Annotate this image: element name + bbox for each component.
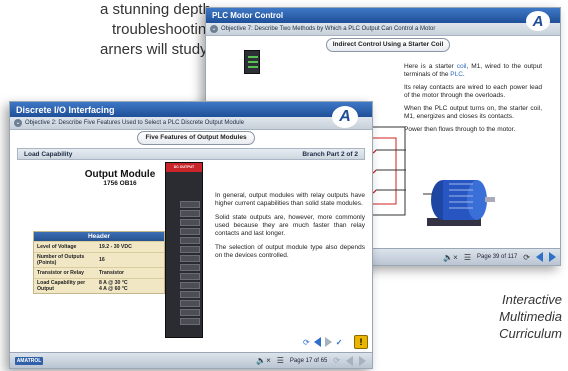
mute-icon[interactable]: 🔈× xyxy=(443,253,458,262)
branch-back-button[interactable] xyxy=(313,337,321,347)
reload-icon[interactable]: ⟳ xyxy=(333,356,340,365)
lesson-paragraph: Here is a starter coil, M1, wired to the… xyxy=(404,63,542,79)
next-page-button[interactable] xyxy=(359,355,366,366)
table-row: Number of Outputs (Points) 16 xyxy=(34,252,164,267)
next-page-button[interactable] xyxy=(549,252,556,262)
table-row: Level of Voltage 19.2 - 30 VDC xyxy=(34,241,164,252)
objective-bar[interactable]: ⌄ Objective 7: Describe Two Methods by W… xyxy=(206,23,560,36)
caption-line: Curriculum xyxy=(499,326,562,341)
warning-icon[interactable]: ! xyxy=(354,335,368,349)
spec-key: Load Capability per Output xyxy=(37,280,86,292)
caption-line: Multimedia xyxy=(499,309,562,324)
window-title-bar: PLC Motor Control xyxy=(206,8,560,23)
branch-bar: Load Capability Branch Part 2 of 2 xyxy=(17,148,365,160)
window-title: Discrete I/O Interfacing xyxy=(16,104,115,115)
spec-key: Transistor or Relay xyxy=(37,270,84,276)
glossary-link-coil[interactable]: coil xyxy=(457,63,467,70)
lesson-paragraph: When the PLC output turns on, the starte… xyxy=(404,105,542,120)
motor-image xyxy=(423,180,495,226)
module-title: Output Module xyxy=(84,169,156,180)
menu-icon[interactable]: ☰ xyxy=(277,356,284,365)
spec-value: Transistor xyxy=(99,270,125,276)
spec-key: Level of Voltage xyxy=(37,244,77,250)
previous-page-button[interactable] xyxy=(536,252,543,262)
spec-key: Number of Outputs (Points) xyxy=(37,254,85,266)
lesson-paragraph: Solid state outputs are, however, more c… xyxy=(215,214,365,237)
section-title: Five Features of Output Modules xyxy=(137,131,255,145)
branch-heading: Load Capability xyxy=(24,150,73,158)
spec-value: 16 xyxy=(99,257,105,263)
table-row: Transistor or Relay Transistor xyxy=(34,267,164,278)
discrete-io-window: Discrete I/O Interfacing A ⌄ Objective 2… xyxy=(9,101,373,369)
reload-icon[interactable]: ⟳ xyxy=(523,253,530,262)
text-fragment: Here is a starter xyxy=(404,63,457,70)
plc-image xyxy=(244,50,260,74)
branch-nav-controls: ⟳ ✓ xyxy=(303,337,342,347)
lesson-paragraph: The selection of output module type also… xyxy=(215,244,365,259)
page-counter: Page 39 of 117 xyxy=(477,254,518,260)
objective-bar[interactable]: ⌄ Objective 2: Describe Five Features Us… xyxy=(10,117,372,130)
objective-text: Objective 2: Describe Five Features Used… xyxy=(25,120,245,126)
page-counter: Page 17 of 65 xyxy=(289,357,328,364)
checkmark-icon[interactable]: ✓ xyxy=(336,338,343,347)
window-footer: AMATROL 🔈× ☰ Page 17 of 65 ⟳ xyxy=(10,352,372,368)
chevron-down-icon[interactable]: ⌄ xyxy=(210,25,218,33)
objective-text: Objective 7: Describe Two Methods by Whi… xyxy=(221,26,436,32)
module-label: DC OUTPUT xyxy=(166,163,202,172)
mute-icon[interactable]: 🔈× xyxy=(256,356,271,365)
section-title: Indirect Control Using a Starter Coil xyxy=(326,38,450,52)
window-title: PLC Motor Control xyxy=(212,11,284,20)
window-title-bar: Discrete I/O Interfacing xyxy=(10,102,372,117)
glossary-link-plc[interactable]: PLC xyxy=(450,71,463,78)
caption-line: Interactive xyxy=(502,292,562,307)
amatrol-logo-icon: A xyxy=(332,106,358,128)
chevron-down-icon[interactable]: ⌄ xyxy=(14,119,22,127)
reload-icon[interactable]: ⟳ xyxy=(303,338,310,347)
curriculum-caption: Interactive Multimedia Curriculum xyxy=(442,291,562,342)
previous-page-button[interactable] xyxy=(346,355,353,366)
table-row: Load Capability per Output 8 A @ 30 °C 4… xyxy=(34,278,164,293)
spec-value: 8 A @ 30 °C 4 A @ 60 °C xyxy=(99,280,128,292)
lesson-paragraph: Its relay contacts are wired to each pow… xyxy=(404,84,542,99)
lesson-paragraph: Power then flows through to the motor. xyxy=(404,126,516,133)
branch-forward-button[interactable] xyxy=(324,337,332,347)
amatrol-brand-logo: AMATROL xyxy=(15,357,43,365)
amatrol-logo-icon: A xyxy=(526,11,550,31)
branch-indicator: Branch Part 2 of 2 xyxy=(302,150,358,158)
module-spec-table: Header Level of Voltage 19.2 - 30 VDC Nu… xyxy=(33,231,165,294)
text-fragment: . xyxy=(462,71,465,78)
module-heading: Output Module 1756 OB16 xyxy=(70,169,170,187)
table-header: Header xyxy=(34,232,164,241)
terminal-block xyxy=(180,201,200,327)
lesson-paragraph: In general, output modules with relay ou… xyxy=(215,192,365,207)
lesson-text: In general, output modules with relay ou… xyxy=(215,192,365,266)
menu-icon[interactable]: ☰ xyxy=(464,253,471,262)
output-module-image: DC OUTPUT xyxy=(165,162,203,338)
spec-value: 19.2 - 30 VDC xyxy=(99,244,132,250)
lesson-text: Here is a starter coil, M1, wired to the… xyxy=(404,63,542,139)
module-model: 1756 OB16 xyxy=(103,180,137,187)
